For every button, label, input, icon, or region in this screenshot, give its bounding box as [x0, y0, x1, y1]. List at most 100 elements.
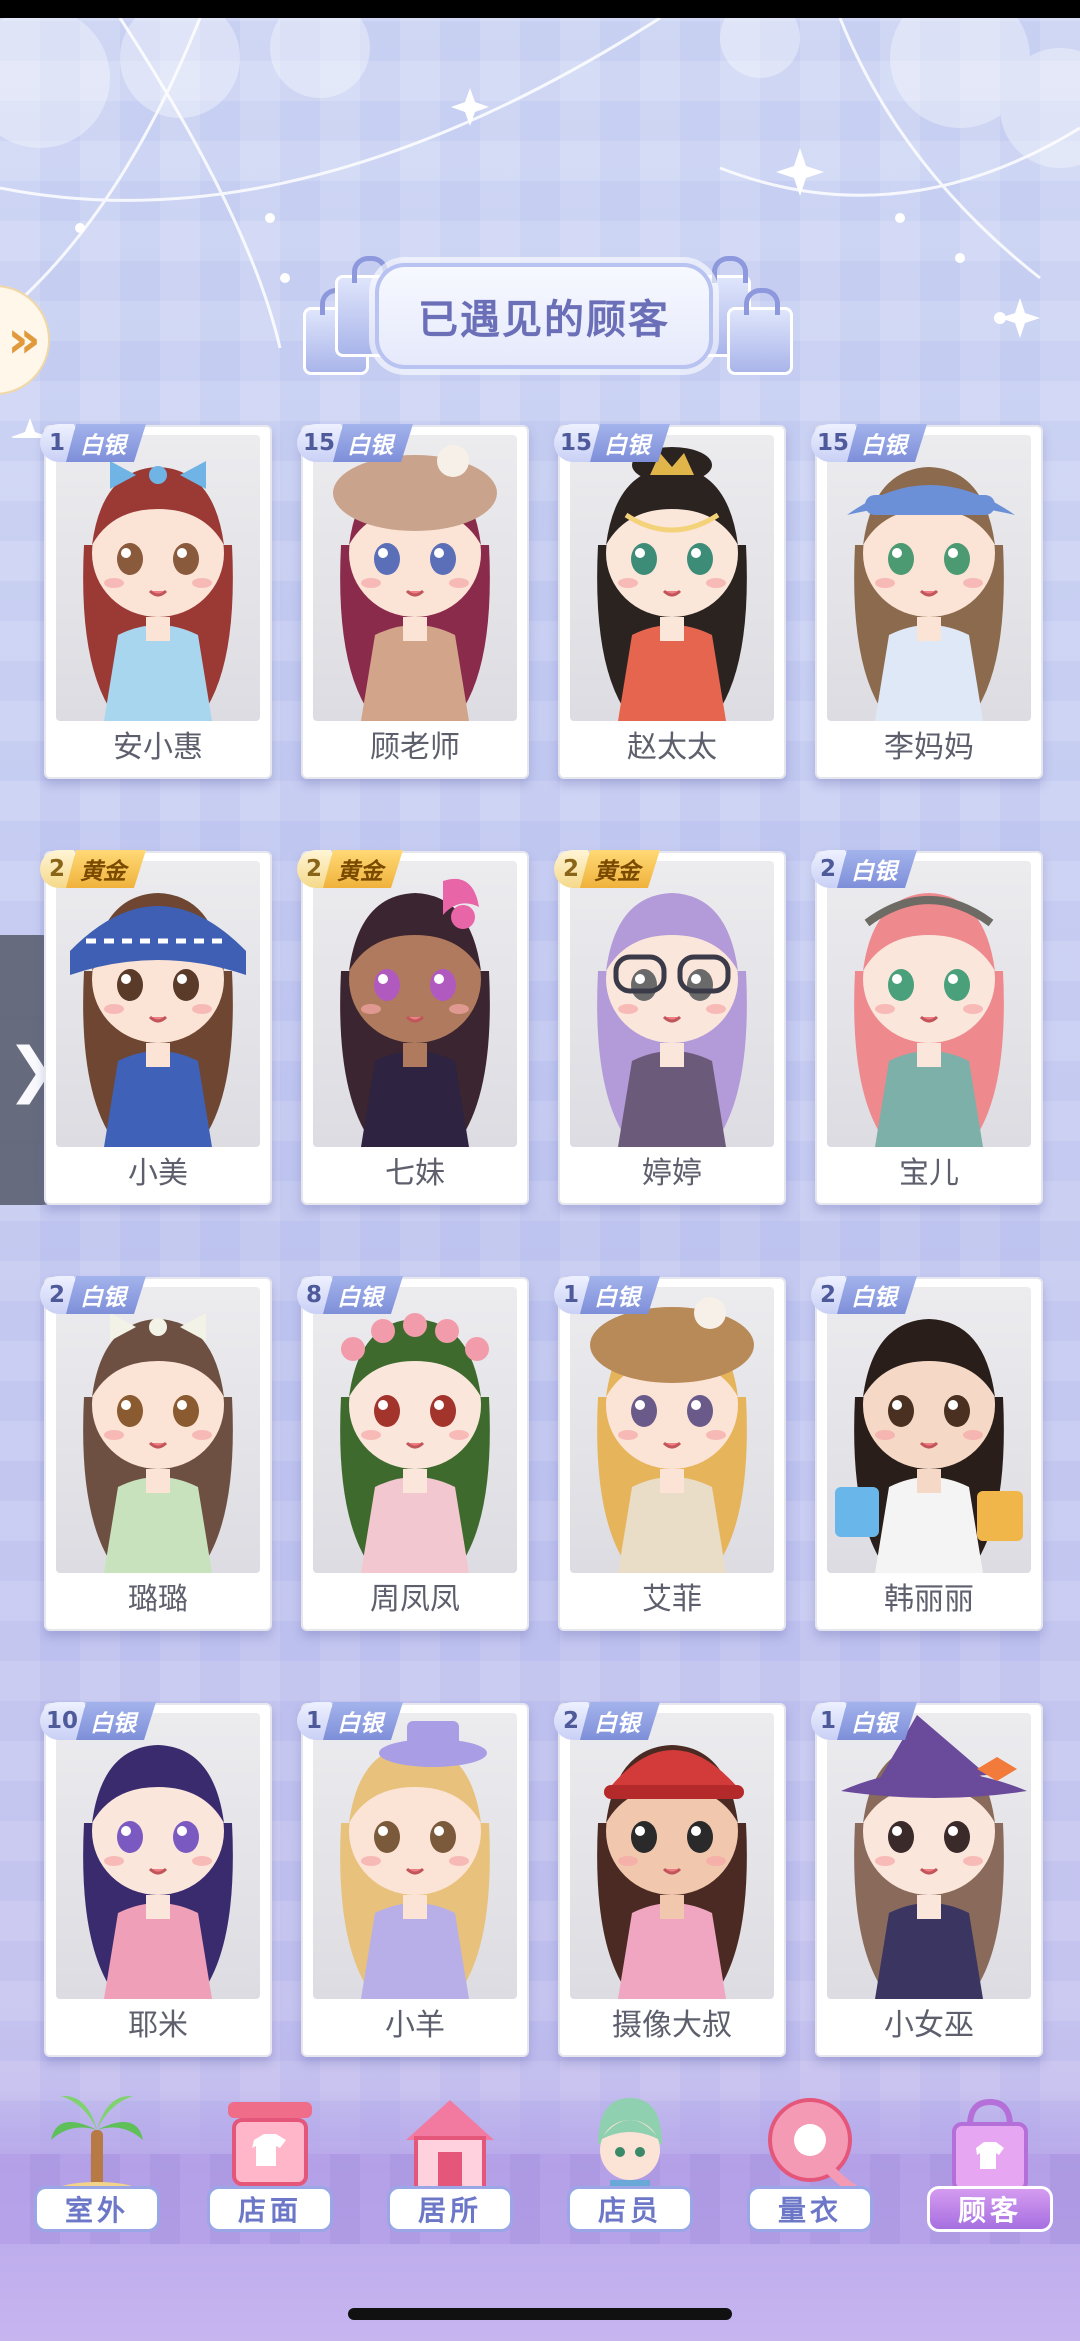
tier-label: 黄金 [580, 850, 660, 888]
customer-portrait [83, 1745, 233, 1999]
customer-card[interactable]: 15 白银 李妈妈 [811, 424, 1043, 779]
customer-name: 赵太太 [627, 730, 717, 765]
nav-item[interactable]: 量衣 [735, 2090, 885, 2240]
tier-label: 白银 [837, 1276, 917, 1314]
nav-label: 量衣 [747, 2186, 873, 2232]
customer-name: 小美 [128, 1156, 188, 1191]
customer-portrait [835, 1319, 1023, 1573]
customer-name: 李妈妈 [884, 730, 974, 765]
tier-badge: 2 白银 [40, 1275, 146, 1315]
nav-label: 室外 [34, 2186, 160, 2232]
nav-item[interactable]: 店员 [555, 2090, 705, 2240]
customer-portrait [590, 1297, 754, 1573]
customer-card[interactable]: 15 白银 赵太太 [554, 424, 786, 779]
tier-label: 白银 [323, 1276, 403, 1314]
customer-name: 艾菲 [642, 1582, 702, 1617]
portrait-frame [56, 435, 260, 721]
customer-card[interactable]: 2 白银 璐璐 [40, 1276, 272, 1631]
tier-label: 黄金 [66, 850, 146, 888]
customer-name: 耶米 [128, 2008, 188, 2043]
customer-name: 摄像大叔 [612, 2008, 732, 2043]
tier-label: 白银 [847, 424, 927, 462]
customer-card[interactable]: 1 白银 安小惠 [40, 424, 272, 779]
customer-name: 韩丽丽 [884, 1582, 974, 1617]
nav-label: 居所 [387, 2186, 513, 2232]
customer-portrait [841, 1715, 1027, 1999]
nav-item[interactable]: 顾客 [915, 2090, 1065, 2240]
tier-label: 白银 [590, 424, 670, 462]
tier-label: 白银 [76, 1702, 156, 1740]
customer-grid: 1 白银 安小惠 15 白银 顾老师 15 白银 赵太太 15 白银 李妈妈 2… [40, 424, 1044, 2057]
customer-card[interactable]: 1 白银 小羊 [297, 1702, 529, 2057]
portrait-frame [827, 1713, 1031, 1999]
customer-card[interactable]: 1 白银 艾菲 [554, 1276, 786, 1631]
customer-card[interactable]: 15 白银 顾老师 [297, 424, 529, 779]
tier-badge: 1 白银 [811, 1701, 917, 1741]
house-icon [400, 2090, 500, 2200]
expand-panel-button[interactable]: » [0, 285, 50, 395]
portrait-frame [56, 1287, 260, 1573]
home-indicator [348, 2308, 732, 2320]
customer-card[interactable]: 2 白银 摄像大叔 [554, 1702, 786, 2057]
tier-badge: 15 白银 [811, 423, 927, 463]
visit-count: 15 [297, 424, 342, 462]
bottom-navigation: 室外 店面 居所 店员 量衣 顾客 [0, 2090, 1080, 2341]
tier-badge: 2 白银 [554, 1701, 660, 1741]
portrait-frame [56, 861, 260, 1147]
customer-portrait [340, 1313, 490, 1573]
customer-card[interactable]: 8 白银 周凤凤 [297, 1276, 529, 1631]
portrait-frame [313, 1287, 517, 1573]
tier-badge: 1 白银 [40, 423, 146, 463]
portrait-frame [827, 861, 1031, 1147]
customer-card[interactable]: 10 白银 耶米 [40, 1702, 272, 2057]
tier-badge: 2 白银 [811, 1275, 917, 1315]
tier-badge: 2 黄金 [297, 849, 403, 889]
tier-badge: 2 白银 [811, 849, 917, 889]
customer-name: 小女巫 [884, 2008, 974, 2043]
tier-label: 白银 [580, 1702, 660, 1740]
customer-card[interactable]: 2 黄金 七妹 [297, 850, 529, 1205]
customer-portrait [597, 1745, 747, 1999]
nav-label: 店面 [207, 2186, 333, 2232]
customer-name: 小羊 [385, 2008, 445, 2043]
visit-count: 15 [554, 424, 599, 462]
tier-label: 白银 [580, 1276, 660, 1314]
tier-badge: 2 黄金 [40, 849, 146, 889]
nav-item[interactable]: 店面 [195, 2090, 345, 2240]
visit-count: 15 [811, 424, 856, 462]
tier-label: 黄金 [323, 850, 403, 888]
customer-card[interactable]: 2 黄金 婷婷 [554, 850, 786, 1205]
customer-portrait [83, 461, 233, 721]
customer-card[interactable]: 2 白银 宝儿 [811, 850, 1043, 1205]
customer-name: 七妹 [385, 1156, 445, 1191]
customer-card[interactable]: 2 白银 韩丽丽 [811, 1276, 1043, 1631]
tier-badge: 15 白银 [554, 423, 670, 463]
tier-label: 白银 [323, 1702, 403, 1740]
customer-card[interactable]: 1 白银 小女巫 [811, 1702, 1043, 2057]
staff-portrait-icon [580, 2090, 680, 2200]
palm-tree-icon [47, 2090, 147, 2200]
customer-portrait [340, 1721, 490, 1999]
nav-item[interactable]: 居所 [375, 2090, 525, 2240]
customer-portrait [333, 445, 497, 721]
customer-name: 顾老师 [370, 730, 460, 765]
nav-label: 顾客 [927, 2186, 1053, 2232]
customer-portrait [340, 878, 490, 1147]
shop-sign-icon [220, 2090, 320, 2200]
portrait-frame [827, 435, 1031, 721]
customer-card[interactable]: 2 黄金 小美 [40, 850, 272, 1205]
portrait-frame [313, 435, 517, 721]
double-chevron-icon: » [7, 310, 41, 370]
nav-label: 店员 [567, 2186, 693, 2232]
tier-label: 白银 [837, 850, 917, 888]
shopping-bag-icon [727, 288, 793, 375]
customer-name: 周凤凤 [370, 1582, 460, 1617]
customer-name: 安小惠 [113, 730, 203, 765]
portrait-frame [313, 861, 517, 1147]
tier-label: 白银 [333, 424, 413, 462]
portrait-frame [570, 1287, 774, 1573]
customer-portrait [70, 893, 246, 1147]
nav-item[interactable]: 室外 [22, 2090, 172, 2240]
portrait-frame [56, 1713, 260, 1999]
customer-portrait [847, 467, 1015, 721]
